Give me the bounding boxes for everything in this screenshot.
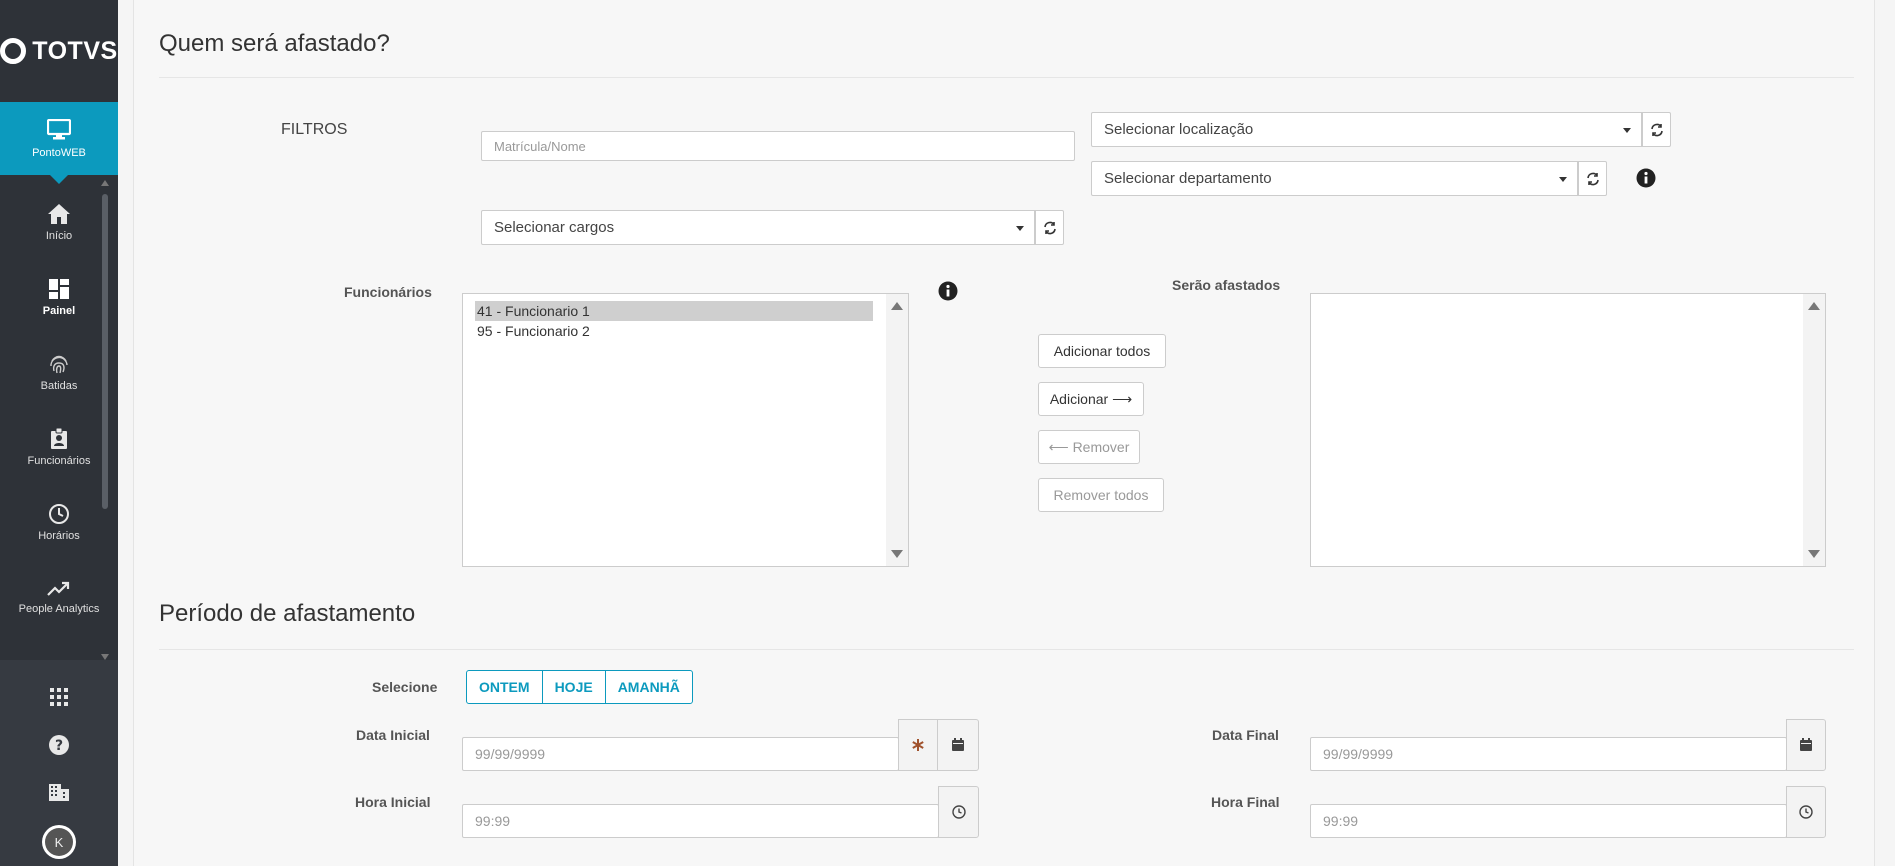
required-indicator: [898, 719, 938, 771]
remove-all-button[interactable]: Remover todos: [1038, 478, 1164, 512]
scrollbar[interactable]: [1803, 294, 1825, 566]
chevron-down-icon: [1016, 226, 1024, 231]
list-item[interactable]: 41 - Funcionario 1: [475, 301, 873, 321]
scroll-down-arrow-icon[interactable]: [891, 550, 903, 558]
start-date-input[interactable]: [462, 737, 899, 771]
refresh-icon: [1043, 221, 1056, 234]
avatar: K: [42, 825, 76, 859]
tomorrow-button[interactable]: AMANHÃ: [606, 671, 692, 703]
end-date-label: Data Final: [1212, 727, 1279, 743]
calendar-icon: [952, 738, 964, 751]
asterisk-icon: [912, 739, 924, 751]
sidebar-item-label: Batidas: [40, 380, 78, 392]
remove-button[interactable]: ⟵ Remover: [1038, 430, 1140, 464]
dashboard-icon: [49, 279, 69, 299]
sidebar-bottom: ? K: [0, 660, 118, 866]
chevron-down-icon: [1623, 128, 1631, 133]
help-button[interactable]: ?: [0, 734, 118, 756]
building-icon: [49, 784, 69, 801]
chevron-down-icon: [1559, 177, 1567, 182]
add-all-button[interactable]: Adicionar todos: [1038, 334, 1166, 368]
location-select[interactable]: Selecionar localização: [1091, 112, 1642, 147]
sidebar-scrollbar[interactable]: [101, 180, 109, 660]
scroll-thumb[interactable]: [102, 194, 108, 509]
sidebar-item-label: Horários: [38, 530, 80, 542]
scroll-up-arrow-icon[interactable]: [891, 302, 903, 310]
scroll-up-arrow-icon[interactable]: [101, 180, 109, 186]
divider: [159, 77, 1854, 78]
department-select[interactable]: Selecionar departamento: [1091, 161, 1578, 196]
company-button[interactable]: [0, 782, 118, 802]
clock-icon: [1799, 805, 1813, 819]
calendar-icon: [1800, 738, 1812, 751]
trend-icon: [47, 581, 70, 596]
quick-select-label: Selecione: [372, 679, 438, 695]
user-avatar-button[interactable]: K: [0, 825, 118, 859]
apps-button[interactable]: [0, 687, 118, 707]
filters-label: FILTROS: [281, 121, 348, 138]
section-title-who: Quem será afastado?: [159, 30, 390, 57]
home-icon: [48, 204, 70, 224]
sidebar: TOTVS PontoWEB Início Painel Batidas Fun…: [0, 0, 118, 866]
employees-listbox[interactable]: 41 - Funcionario 1 95 - Funcionario 2: [462, 293, 909, 567]
refresh-location-button[interactable]: [1642, 112, 1671, 147]
end-time-clock-button[interactable]: [1786, 786, 1826, 838]
roles-select-value: Selecionar cargos: [494, 219, 615, 236]
help-icon: ?: [49, 735, 69, 755]
department-select-value: Selecionar departamento: [1104, 170, 1272, 187]
refresh-department-button[interactable]: [1578, 161, 1607, 196]
grid-icon: [50, 688, 68, 706]
scroll-down-arrow-icon[interactable]: [1808, 550, 1820, 558]
info-icon[interactable]: [1636, 168, 1656, 188]
refresh-icon: [1586, 172, 1599, 185]
selected-employees-listbox[interactable]: [1310, 293, 1826, 567]
main-content: Quem será afastado? FILTROS Selecionar l…: [133, 0, 1875, 866]
sidebar-item-label: Painel: [42, 305, 76, 317]
end-time-input[interactable]: [1310, 804, 1787, 838]
selected-employees-label: Serão afastados: [1172, 277, 1281, 293]
fingerprint-icon: [50, 355, 68, 374]
badge-icon: [51, 428, 67, 449]
info-icon[interactable]: [938, 281, 958, 301]
clock-icon: [951, 805, 966, 819]
brand-name: TOTVS: [32, 36, 118, 65]
section-title-period: Período de afastamento: [159, 600, 416, 627]
avatar-initial: K: [45, 828, 73, 856]
list-item[interactable]: 95 - Funcionario 2: [475, 321, 873, 341]
sidebar-item-label: Início: [45, 230, 73, 242]
roles-select[interactable]: Selecionar cargos: [481, 210, 1035, 245]
end-date-calendar-button[interactable]: [1786, 719, 1826, 771]
svg-text:?: ?: [55, 738, 63, 754]
start-date-label: Data Inicial: [356, 727, 430, 743]
start-date-calendar-button[interactable]: [937, 719, 979, 771]
today-button[interactable]: HOJE: [543, 671, 606, 703]
sidebar-item-label: Funcionários: [27, 455, 91, 467]
end-date-input[interactable]: [1310, 737, 1787, 771]
refresh-icon: [1650, 123, 1663, 136]
refresh-roles-button[interactable]: [1035, 210, 1064, 245]
yesterday-button[interactable]: ONTEM: [467, 671, 543, 703]
employees-label: Funcionários: [344, 284, 432, 300]
start-time-input[interactable]: [462, 804, 939, 838]
monitor-icon: [47, 118, 71, 139]
sidebar-item-pontoweb[interactable]: PontoWEB: [0, 102, 118, 184]
scroll-up-arrow-icon[interactable]: [1808, 302, 1820, 310]
search-input[interactable]: [481, 131, 1075, 161]
end-time-label: Hora Final: [1211, 794, 1280, 810]
add-button[interactable]: Adicionar ⟶: [1038, 382, 1144, 416]
scrollbar[interactable]: [886, 294, 908, 566]
divider: [159, 649, 1854, 650]
sidebar-item-label: PontoWEB: [32, 146, 86, 159]
totvs-logo[interactable]: TOTVS: [0, 0, 118, 102]
quick-date-group: ONTEM HOJE AMANHÃ: [466, 670, 693, 704]
start-time-clock-button[interactable]: [938, 786, 979, 838]
location-select-value: Selecionar localização: [1104, 121, 1254, 138]
clock-icon: [49, 504, 69, 524]
start-time-label: Hora Inicial: [355, 794, 431, 810]
sidebar-item-label: People Analytics: [18, 603, 100, 615]
totvs-logo-icon: [0, 38, 27, 64]
